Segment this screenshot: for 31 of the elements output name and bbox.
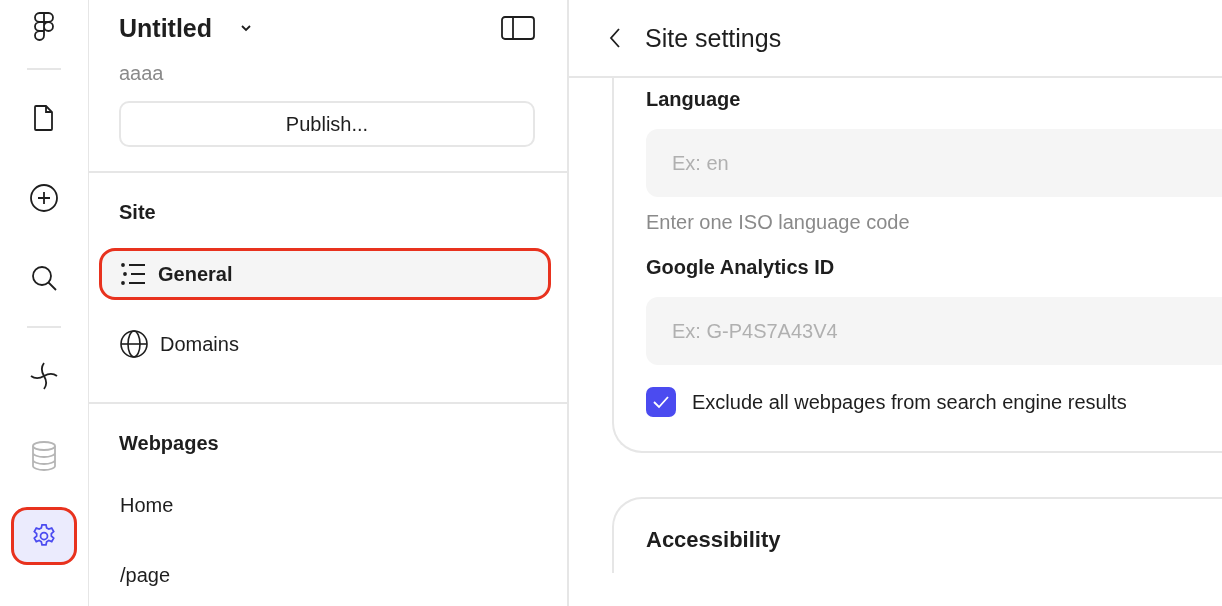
nav-item[interactable]: Domains (99, 318, 551, 370)
field-label: Google Analytics ID (646, 256, 836, 279)
nav-item[interactable]: General (99, 248, 551, 300)
chevron-down-icon[interactable] (240, 24, 253, 32)
publish-button[interactable]: Publish... (119, 101, 535, 147)
input-field[interactable]: Ex: en (646, 129, 1222, 197)
settings-button[interactable] (11, 507, 77, 565)
database-icon (31, 441, 57, 471)
logo-icon[interactable] (34, 12, 54, 42)
field-label: Language (646, 88, 742, 111)
page-title: Site settings (645, 23, 782, 53)
input-field[interactable]: Ex: G-P4S7A43V4 (646, 297, 1222, 365)
checkbox-label[interactable]: Exclude all webpages from search engine results (692, 390, 1127, 414)
section-heading: Accessibility (646, 527, 781, 552)
sidebar-toggle-icon[interactable] (501, 16, 535, 40)
checkbox[interactable] (646, 387, 676, 417)
project-title[interactable]: Untitled (119, 13, 213, 43)
section-heading: Site (118, 201, 157, 224)
search-icon (30, 264, 58, 292)
section-heading: Webpages (118, 432, 220, 455)
help-text: Enter one ISO language code (646, 211, 911, 234)
globe-icon (120, 330, 148, 358)
project-subtitle: aaaa (119, 62, 165, 85)
nav-item[interactable]: /page (99, 549, 551, 601)
add-icon (29, 183, 59, 213)
checkmark-icon (652, 395, 670, 409)
sparkle-icon (29, 361, 59, 391)
list-icon (120, 262, 146, 286)
document-icon (32, 104, 56, 132)
back-icon[interactable] (609, 27, 621, 49)
nav-item[interactable]: Home (99, 479, 551, 531)
